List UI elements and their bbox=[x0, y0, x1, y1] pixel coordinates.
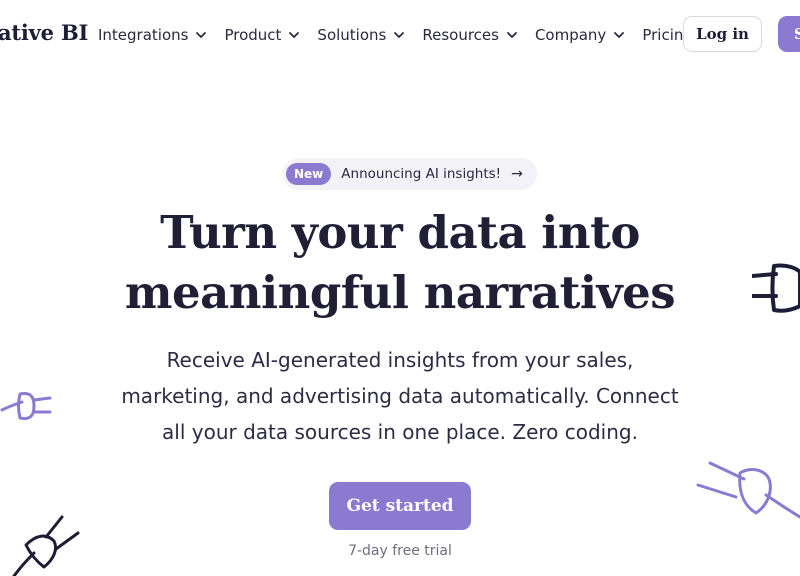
logo[interactable]: ative BI bbox=[0, 20, 88, 45]
announcement-text: Announcing AI insights! bbox=[341, 166, 502, 182]
trial-note: 7-day free trial bbox=[348, 543, 452, 559]
chevron-down-icon bbox=[614, 32, 625, 38]
nav-product-label: Product bbox=[224, 26, 282, 44]
arrow-right-icon: → bbox=[511, 166, 523, 182]
main-nav: Integrations Product Solutions Resources… bbox=[98, 24, 693, 46]
chevron-down-icon bbox=[394, 32, 405, 38]
site-header: ative BI Integrations Product Solutions … bbox=[0, 0, 800, 68]
nav-solutions[interactable]: Solutions bbox=[317, 26, 406, 44]
hero-title-line-1: Turn your data into bbox=[160, 206, 640, 259]
hero-subtitle: Receive AI-generated insights from your … bbox=[100, 342, 700, 450]
plug-icon bbox=[0, 392, 52, 420]
hero-title-line-2: meaningful narratives bbox=[124, 266, 676, 319]
plug-icon bbox=[752, 263, 800, 313]
hero-subtitle-line-1: Receive AI-generated insights from your … bbox=[166, 348, 634, 372]
nav-solutions-label: Solutions bbox=[317, 26, 387, 44]
nav-company[interactable]: Company bbox=[535, 26, 626, 44]
plug-icon bbox=[696, 461, 800, 519]
new-badge: New bbox=[286, 163, 332, 185]
nav-integrations[interactable]: Integrations bbox=[98, 26, 208, 44]
get-started-button[interactable]: Get started bbox=[329, 482, 471, 530]
login-button[interactable]: Log in bbox=[683, 16, 762, 52]
hero-title: Turn your data into meaningful narrative… bbox=[0, 203, 800, 323]
nav-company-label: Company bbox=[534, 26, 607, 44]
nav-product[interactable]: Product bbox=[224, 26, 301, 44]
chevron-down-icon bbox=[196, 32, 207, 38]
nav-resources[interactable]: Resources bbox=[422, 26, 519, 44]
plug-icon bbox=[12, 515, 80, 576]
hero-subtitle-line-3: all your data sources in one place. Zero… bbox=[162, 420, 638, 444]
chevron-down-icon bbox=[289, 32, 300, 38]
chevron-down-icon bbox=[507, 32, 517, 38]
announcement-pill[interactable]: New Announcing AI insights! → bbox=[283, 158, 537, 190]
hero-subtitle-line-2: marketing, and advertising data automati… bbox=[121, 384, 679, 408]
nav-resources-label: Resources bbox=[422, 26, 499, 44]
nav-integrations-label: Integrations bbox=[98, 26, 189, 44]
signup-button[interactable]: S bbox=[778, 16, 800, 52]
